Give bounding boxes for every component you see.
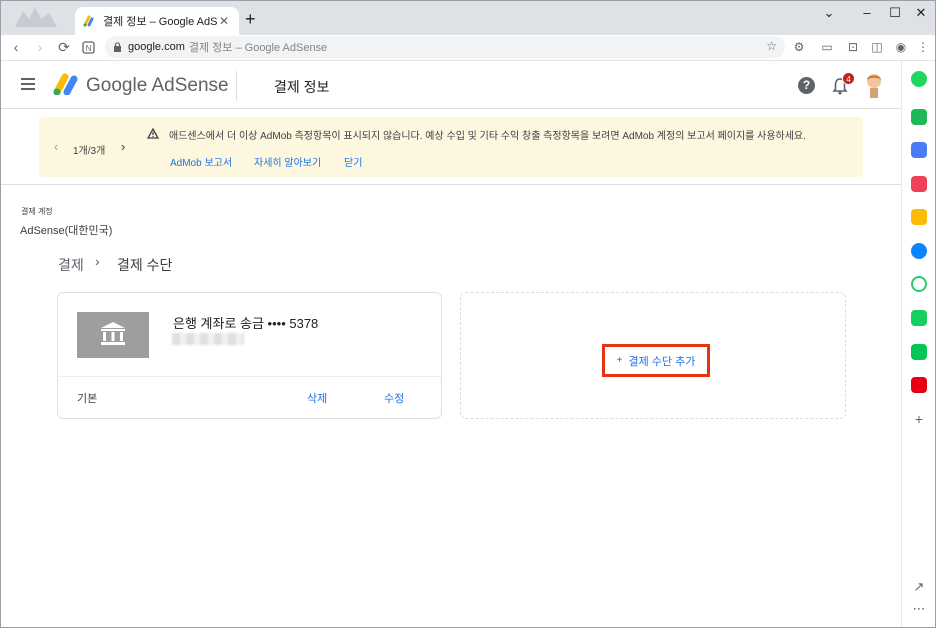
browser-side-panel: + ↗ ⋯ — [901, 61, 935, 627]
back-icon[interactable]: ‹ — [7, 38, 25, 56]
banner-pager: 1개/3개 — [73, 146, 106, 157]
svg-text:N: N — [85, 44, 91, 53]
section-divider — [1, 184, 901, 185]
sidepanel-add-icon[interactable]: + — [911, 411, 927, 427]
app-header: Google AdSense 결제 정보 ? 4 — [1, 61, 901, 109]
reload-icon[interactable]: ⟳ — [55, 38, 73, 56]
admob-report-link[interactable]: AdMob 보고서 — [170, 154, 232, 169]
brand-name: Google AdSense — [86, 75, 229, 96]
banner-message: 애드센스에서 더 이상 AdMob 측정항목이 표시되지 않습니다. 예상 수입… — [169, 131, 806, 142]
sidepanel-more-icon[interactable]: ⋯ — [911, 601, 927, 617]
sidepanel-talk-icon[interactable] — [911, 310, 927, 326]
payment-method-title: 은행 계좌로 송금 •••• 5378 — [173, 316, 319, 331]
browser-toolbar: ‹ › ⟳ N google.com 결제 정보 – Google AdSens… — [1, 35, 935, 61]
notification-count-badge: 4 — [842, 72, 855, 85]
maximize-button[interactable]: ☐ — [885, 5, 905, 21]
default-label: 기본 — [77, 393, 98, 405]
tab-title: 결제 정보 – Google AdSense — [103, 16, 217, 28]
add-payment-method-button[interactable]: + 결제 수단 추가 — [602, 344, 710, 377]
header-divider — [236, 71, 237, 101]
dismiss-banner-link[interactable]: 닫기 — [344, 154, 362, 169]
sidepanel-star-icon[interactable] — [911, 209, 927, 225]
page-title: 결제 정보 — [274, 79, 330, 95]
url-host: google.com — [128, 41, 185, 53]
sidepanel-toggle-icon[interactable]: ◫ — [869, 39, 885, 55]
cast-icon[interactable]: ▭ — [819, 39, 835, 55]
tab-adsense[interactable]: 결제 정보 – Google AdSense ✕ — [75, 7, 239, 35]
learn-more-link[interactable]: 자세히 알아보기 — [254, 154, 321, 169]
sidepanel-line-icon[interactable] — [911, 344, 927, 360]
bookmark-star-icon[interactable]: ☆ — [766, 39, 777, 53]
url-title: 결제 정보 – Google AdSense — [188, 42, 328, 54]
adsense-favicon-icon — [83, 15, 94, 27]
account-label: 결제 계정 — [21, 207, 53, 216]
plus-icon: + — [616, 355, 623, 366]
new-tab-button[interactable]: + — [245, 10, 256, 28]
notion-extension-icon[interactable]: N — [79, 38, 97, 56]
browser-window: 결제 정보 – Google AdSense ✕ + ⌄ – ☐ ✕ ‹ › ⟳… — [0, 0, 936, 628]
card-divider — [58, 376, 441, 377]
profile-icon[interactable]: ◉ — [893, 39, 909, 55]
add-payment-area: + 결제 수단 추가 — [460, 292, 846, 419]
sidepanel-open-external-icon[interactable]: ↗ — [911, 579, 927, 595]
tab-strip: 결제 정보 – Google AdSense ✕ + ⌄ – ☐ ✕ — [1, 1, 935, 35]
sidepanel-bell-app-icon[interactable] — [911, 109, 927, 125]
breadcrumb-chevron-icon: › — [95, 253, 100, 269]
sidepanel-pocket-icon[interactable] — [911, 176, 927, 192]
delete-button[interactable]: 삭제 — [307, 390, 327, 406]
tab-search-icon[interactable]: ⌄ — [819, 5, 839, 21]
payment-method-card: 은행 계좌로 송금 •••• 5378 기본 삭제 수정 — [57, 292, 442, 419]
help-icon[interactable]: ? — [798, 77, 815, 94]
address-bar[interactable]: google.com 결제 정보 – Google AdSense ☆ — [105, 36, 785, 58]
breadcrumb-current: 결제 수단 — [117, 257, 173, 273]
breadcrumb-parent[interactable]: 결제 — [58, 255, 84, 275]
minimize-button[interactable]: – — [857, 5, 877, 20]
sidepanel-now-icon[interactable] — [911, 377, 927, 393]
bank-icon — [77, 312, 149, 358]
theme-decoration — [15, 7, 57, 27]
adsense-logo-icon — [53, 73, 78, 95]
edit-button[interactable]: 수정 — [384, 390, 404, 406]
redacted-account-info — [172, 333, 244, 345]
hamburger-menu-icon[interactable] — [21, 78, 35, 90]
close-window-button[interactable]: ✕ — [911, 5, 931, 21]
sidepanel-play-icon[interactable] — [911, 276, 927, 292]
banner-next-icon[interactable]: › — [121, 139, 125, 154]
banner-prev-icon[interactable]: ‹ — [54, 139, 58, 154]
sidepanel-edge-icon[interactable] — [911, 243, 927, 259]
browser-menu-icon[interactable]: ⋮ — [915, 39, 931, 55]
forward-icon[interactable]: › — [31, 38, 49, 56]
warning-icon — [147, 128, 159, 139]
notice-banner: ‹ 1개/3개 › 애드센스에서 더 이상 AdMob 측정항목이 표시되지 않… — [39, 117, 863, 177]
account-name: AdSense(대한민국) — [20, 225, 113, 237]
extension-icon[interactable]: ⚙ — [791, 39, 807, 55]
sidepanel-calendar-icon[interactable] — [911, 142, 927, 158]
screenshot-icon[interactable]: ⊡ — [845, 39, 861, 55]
tab-close-icon[interactable]: ✕ — [217, 14, 231, 28]
add-payment-label: 결제 수단 추가 — [628, 355, 696, 368]
lock-icon — [114, 42, 121, 52]
sidepanel-app-icon[interactable] — [911, 71, 927, 87]
user-avatar[interactable] — [863, 72, 885, 98]
